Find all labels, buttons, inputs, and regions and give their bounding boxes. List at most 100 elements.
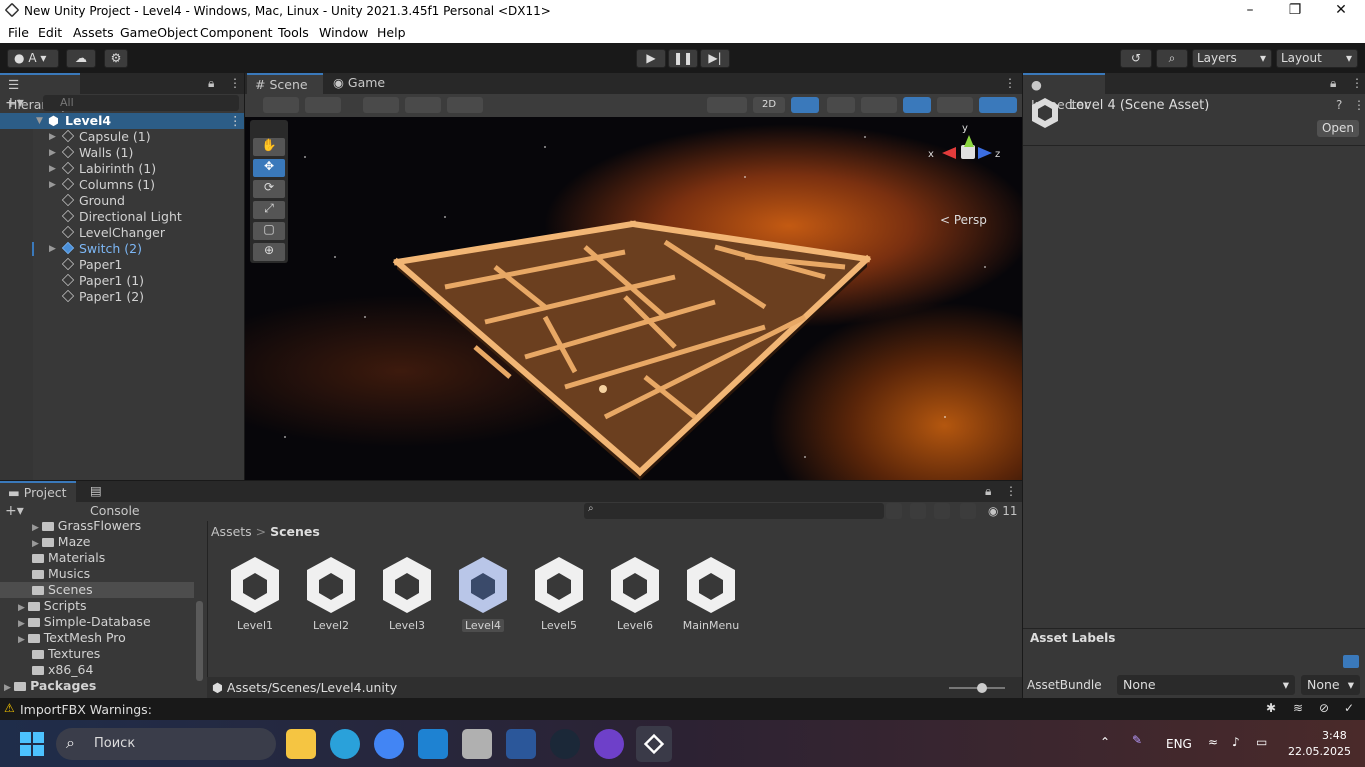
breadcrumb-assets[interactable]: Assets [211,524,252,539]
rect-tool-icon[interactable]: ▢ [253,222,285,240]
minimize-icon[interactable]: – [1238,2,1262,20]
scene-asset-tile[interactable]: Level1 [217,555,293,635]
kebab-menu-icon[interactable]: ⋮ [1351,76,1363,90]
menu-edit[interactable]: Edit [38,25,62,40]
tab-console[interactable]: ▤ Console [82,481,162,518]
scene-asset-tile[interactable]: Level5 [521,555,597,635]
effects-icon[interactable] [861,97,897,113]
close-icon[interactable]: ✕ [1329,2,1353,20]
lock-icon[interactable]: 🔒︎ [985,484,991,499]
hierarchy-item[interactable]: LevelChanger [0,225,244,241]
search-icon[interactable]: ⌕ [1156,49,1188,68]
menu-help[interactable]: Help [377,25,406,40]
open-button[interactable]: Open [1317,120,1359,137]
2d-toggle[interactable]: 2D [753,97,785,113]
hierarchy-item[interactable]: ▶ Labirinth (1) [0,161,244,177]
scene-asset-tile[interactable]: Level3 [369,555,445,635]
breadcrumb-scenes[interactable]: Scenes [270,524,320,539]
cloud-icon[interactable]: ☁ [66,49,96,68]
unity-taskbar-icon[interactable] [636,726,672,762]
play-button[interactable]: ▶ [636,49,666,68]
language-indicator[interactable]: ENG [1166,737,1192,751]
battery-icon[interactable]: ▭ [1256,735,1267,749]
tab-inspector[interactable]: ● Inspector [1023,73,1105,112]
lock-icon[interactable]: 🔒︎ [208,76,214,91]
scene-viewport[interactable]: ✋ ✥ ⟳ ⤢ ▢ ⊕ y x z < Persp [245,117,1022,480]
lighting-icon[interactable] [791,97,819,113]
scene-asset-tile[interactable]: MainMenu [673,555,749,635]
windows-start-icon[interactable] [20,732,44,756]
auto-refresh-icon[interactable]: ⊘ [1319,701,1329,715]
tree-item[interactable]: ▶ TextMesh Pro [18,630,126,646]
hierarchy-item[interactable]: Directional Light [0,209,244,225]
layout-dropdown[interactable]: Layout ▾ [1276,49,1358,68]
hierarchy-item[interactable]: ▶ Columns (1) [0,177,244,193]
tree-item[interactable]: ▶ Packages [4,678,96,694]
create-button[interactable]: +▾ [5,503,24,519]
lock-icon[interactable]: 🔒︎ [1330,76,1336,91]
kebab-menu-icon[interactable]: ⋮ [229,76,241,90]
move-tool-icon[interactable]: ✥ [253,159,285,177]
menu-component[interactable]: Component [200,25,273,40]
hierarchy-item[interactable]: Paper1 [0,257,244,273]
tree-item[interactable]: ▶ Maze [32,534,91,550]
tray-overflow-icon[interactable]: ⌃ [1100,735,1110,749]
menu-tools[interactable]: Tools [278,25,309,40]
database-icon[interactable] [462,729,492,759]
scene-kebab-icon[interactable]: ⋮ [229,113,242,129]
orientation-gizmo[interactable]: y x z [928,123,1008,202]
tray-pen-icon[interactable]: ✎ [1132,733,1142,747]
tab-project[interactable]: ▬ Project [0,481,76,502]
menu-assets[interactable]: Assets [73,25,114,40]
tag-icon[interactable] [934,503,950,519]
increment-snap-icon[interactable] [447,97,483,113]
audio-icon[interactable] [827,97,855,113]
tree-item[interactable]: ▶ Scripts [18,598,87,614]
account-dropdown[interactable]: ● A ▾ [7,49,59,68]
debug-icon[interactable]: ✱ [1266,701,1276,715]
slider-thumb[interactable] [977,683,987,693]
word-icon[interactable] [506,729,536,759]
scene-row-level4[interactable]: ▼ ⬢ Level4 ⋮ [0,113,244,129]
project-search-input[interactable]: ⌕ [584,503,884,519]
orientation-icon[interactable] [707,97,747,113]
grid-icon[interactable] [363,97,399,113]
camera-icon[interactable] [937,97,973,113]
steam-icon[interactable] [550,729,580,759]
volume-icon[interactable]: ♪ [1232,735,1240,749]
menu-gameobject[interactable]: GameObject [120,25,198,40]
hierarchy-item[interactable]: Ground [0,193,244,209]
scene-asset-tile-selected[interactable]: Level4 [445,555,521,635]
hierarchy-item[interactable]: Paper1 (1) [0,273,244,289]
settings-kebab-icon[interactable]: ⋮ [1353,98,1365,112]
variant-dropdown[interactable]: None ▾ [1301,675,1360,695]
hierarchy-item[interactable]: Paper1 (2) [0,289,244,305]
layers-dropdown[interactable]: Layers ▾ [1192,49,1272,68]
menu-window[interactable]: Window [319,25,368,40]
filter-type-icon[interactable] [886,503,902,519]
taskbar-search[interactable]: ⌕ Поиск [56,728,276,760]
assetbundle-dropdown[interactable]: None ▾ [1117,675,1295,695]
chrome-icon[interactable] [374,729,404,759]
visibility-icon[interactable] [903,97,931,113]
filter-label-icon[interactable] [910,503,926,519]
history-icon[interactable]: ↺ [1120,49,1152,68]
transform-tool-icon[interactable]: ⊕ [253,243,285,261]
tree-item[interactable]: Materials [32,550,105,566]
cache-icon[interactable]: ≋ [1293,701,1303,715]
scene-asset-tile[interactable]: Level2 [293,555,369,635]
rotate-tool-icon[interactable]: ⟳ [253,180,285,198]
collab-icon[interactable]: ⚙ [104,49,128,68]
snap-icon[interactable] [405,97,441,113]
wifi-icon[interactable]: ≈ [1208,735,1218,749]
gizmos-icon[interactable] [979,97,1017,113]
clock-date[interactable]: 22.05.2025 [1288,745,1351,758]
tab-game[interactable]: ◉ Game [325,73,395,94]
pause-button[interactable]: ❚❚ [668,49,698,68]
add-button[interactable]: +▾ [5,95,24,111]
telegram-icon[interactable] [330,729,360,759]
hierarchy-item-prefab[interactable]: ▶ Switch (2) [0,241,244,257]
persp-label[interactable]: < Persp [940,213,987,227]
status-message[interactable]: ImportFBX Warnings: [20,702,152,717]
maximize-icon[interactable]: ❐ [1283,2,1307,20]
